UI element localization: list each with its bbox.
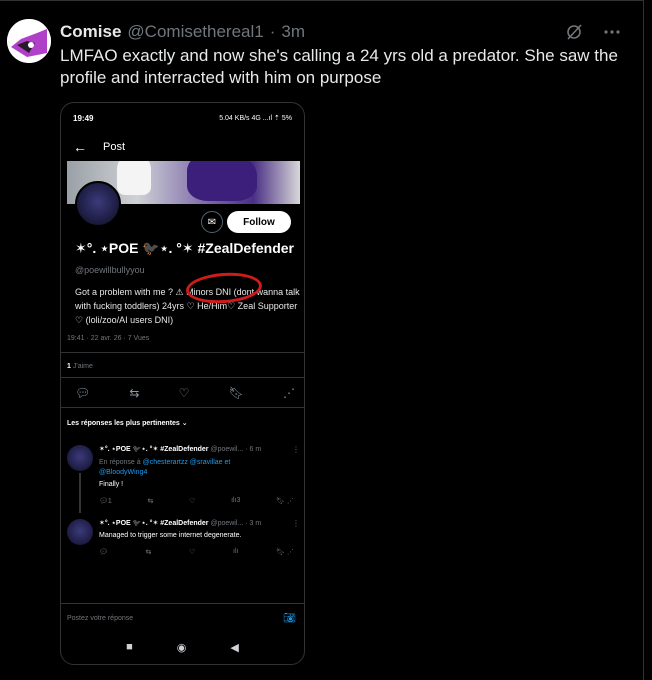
post-text: LMFAO exactly and now she's calling a 24…	[60, 46, 618, 87]
nav-bar: ← Post	[73, 139, 125, 155]
camera-icon: 📷︎	[283, 613, 296, 624]
recents-icon: ■	[126, 641, 133, 653]
post-time[interactable]: 3m	[281, 22, 305, 42]
message-icon: ✉	[201, 211, 223, 233]
divider	[61, 407, 304, 408]
chevron-down-icon: ⌄	[181, 420, 188, 427]
reply-item: ✶°. ⋆POE 🐦‍⬛⋆. °✶ #ZealDefender @poewil.…	[67, 445, 302, 513]
post-header: Comise @Comisethereal1 · 3m	[60, 22, 305, 42]
reply-to: En réponse à @chesterartzz @sravillae et…	[99, 458, 269, 478]
bookmark-icon: 🔖︎	[228, 386, 244, 400]
share-icon: ⋰	[282, 386, 295, 400]
reply-name: ✶°. ⋆POE 🐦‍⬛⋆. °✶ #ZealDefender	[99, 520, 209, 527]
reply-to-prefix: En réponse à	[99, 459, 141, 466]
like-icon: ♡	[178, 386, 190, 400]
likes-number: 1	[67, 363, 71, 370]
more-icon: ⋮	[292, 445, 300, 454]
status-time: 19:49	[73, 114, 94, 123]
handle[interactable]: @Comisethereal1	[127, 22, 263, 42]
reply-actions: 💬︎1 ⇆ ♡ ılı3 🔖︎ ⋰	[99, 497, 294, 505]
bookmark-share-icons: 🔖︎ ⋰	[276, 549, 294, 556]
like-icon: ♡	[189, 498, 196, 505]
back-icon: ◀	[230, 642, 239, 654]
post: Comise @Comisethereal1 · 3m LMFAO exactl…	[0, 0, 644, 680]
reply-text: Managed to trigger some internet degener…	[99, 532, 242, 539]
views-icon: ılı	[233, 548, 239, 555]
more-icon: ⋮	[292, 519, 300, 528]
post-meta: 19:41 · 22 avr. 26 · 7 Vues	[67, 335, 150, 342]
divider	[61, 377, 304, 378]
reply-text: Finally !	[99, 481, 124, 488]
reply-time: · 6 m	[245, 446, 262, 453]
home-icon: ◉	[176, 642, 187, 654]
separator: ·	[269, 22, 276, 41]
reply-item: ✶°. ⋆POE 🐦‍⬛⋆. °✶ #ZealDefender @poewil.…	[67, 519, 302, 561]
reply-icon: 💬︎	[75, 386, 91, 400]
status-bar: 19:49 5.04 KB/s 4G ...ıl ⇡ 5%	[61, 103, 304, 133]
reply-header: ✶°. ⋆POE 🐦‍⬛⋆. °✶ #ZealDefender @poewil.…	[99, 519, 261, 527]
likes-label: J'aime	[72, 363, 93, 370]
profile-name: ✶°. ⋆POE 🐦‍⬛⋆. °✶ #ZealDefender	[75, 240, 295, 256]
back-arrow-icon: ←	[73, 139, 87, 155]
repost-icon: ⇆	[147, 498, 154, 505]
reply-time: · 3 m	[245, 520, 262, 527]
reply-name: ✶°. ⋆POE 🐦‍⬛⋆. °✶ #ZealDefender	[99, 446, 209, 453]
sort-label: Les réponses les plus pertinentes	[67, 420, 180, 427]
thread-line	[79, 473, 81, 513]
compose-reply: Postez votre réponse	[67, 615, 134, 622]
nav-title: Post	[103, 141, 126, 153]
profile-handle: @poewillbullyyou	[75, 265, 145, 275]
avatar[interactable]	[7, 19, 51, 63]
follow-button: Follow	[227, 211, 291, 233]
sort-replies: Les réponses les plus pertinentes ⌄	[67, 419, 188, 427]
reply-handle: @poewil...	[210, 446, 244, 453]
like-icon: ♡	[189, 549, 196, 556]
reply-handle: @poewil...	[210, 520, 244, 527]
display-name[interactable]: Comise	[60, 22, 121, 42]
profile-avatar	[75, 181, 121, 227]
likes-count: 1 J'aime	[67, 363, 93, 370]
more-icon[interactable]	[601, 21, 623, 43]
divider	[61, 352, 304, 353]
reply-header: ✶°. ⋆POE 🐦‍⬛⋆. °✶ #ZealDefender @poewil.…	[99, 445, 261, 453]
attached-screenshot[interactable]: 19:49 5.04 KB/s 4G ...ıl ⇡ 5% ← Post ✉ F…	[60, 102, 305, 665]
bookmark-share-icons: 🔖︎ ⋰	[276, 498, 294, 505]
reply-icon: 💬︎	[99, 549, 108, 556]
reply-actions: 💬︎ ⇆ ♡ ılı 🔖︎ ⋰	[99, 548, 294, 556]
divider	[61, 603, 304, 604]
status-indicators: 5.04 KB/s 4G ...ıl ⇡ 5%	[219, 115, 292, 122]
system-nav-bar: ■ ◉ ◀	[61, 641, 304, 654]
reply-avatar	[67, 445, 93, 471]
reply-avatar	[67, 519, 93, 545]
views-count: ılı3	[231, 497, 241, 504]
grok-icon[interactable]	[563, 21, 585, 43]
reply-count: 💬︎1	[99, 498, 112, 505]
post-header-actions	[563, 21, 623, 43]
action-bar: 💬︎ ⇆ ♡ 🔖︎ ⋰	[75, 386, 295, 400]
repost-icon: ⇆	[129, 386, 140, 400]
repost-icon: ⇆	[145, 549, 152, 556]
